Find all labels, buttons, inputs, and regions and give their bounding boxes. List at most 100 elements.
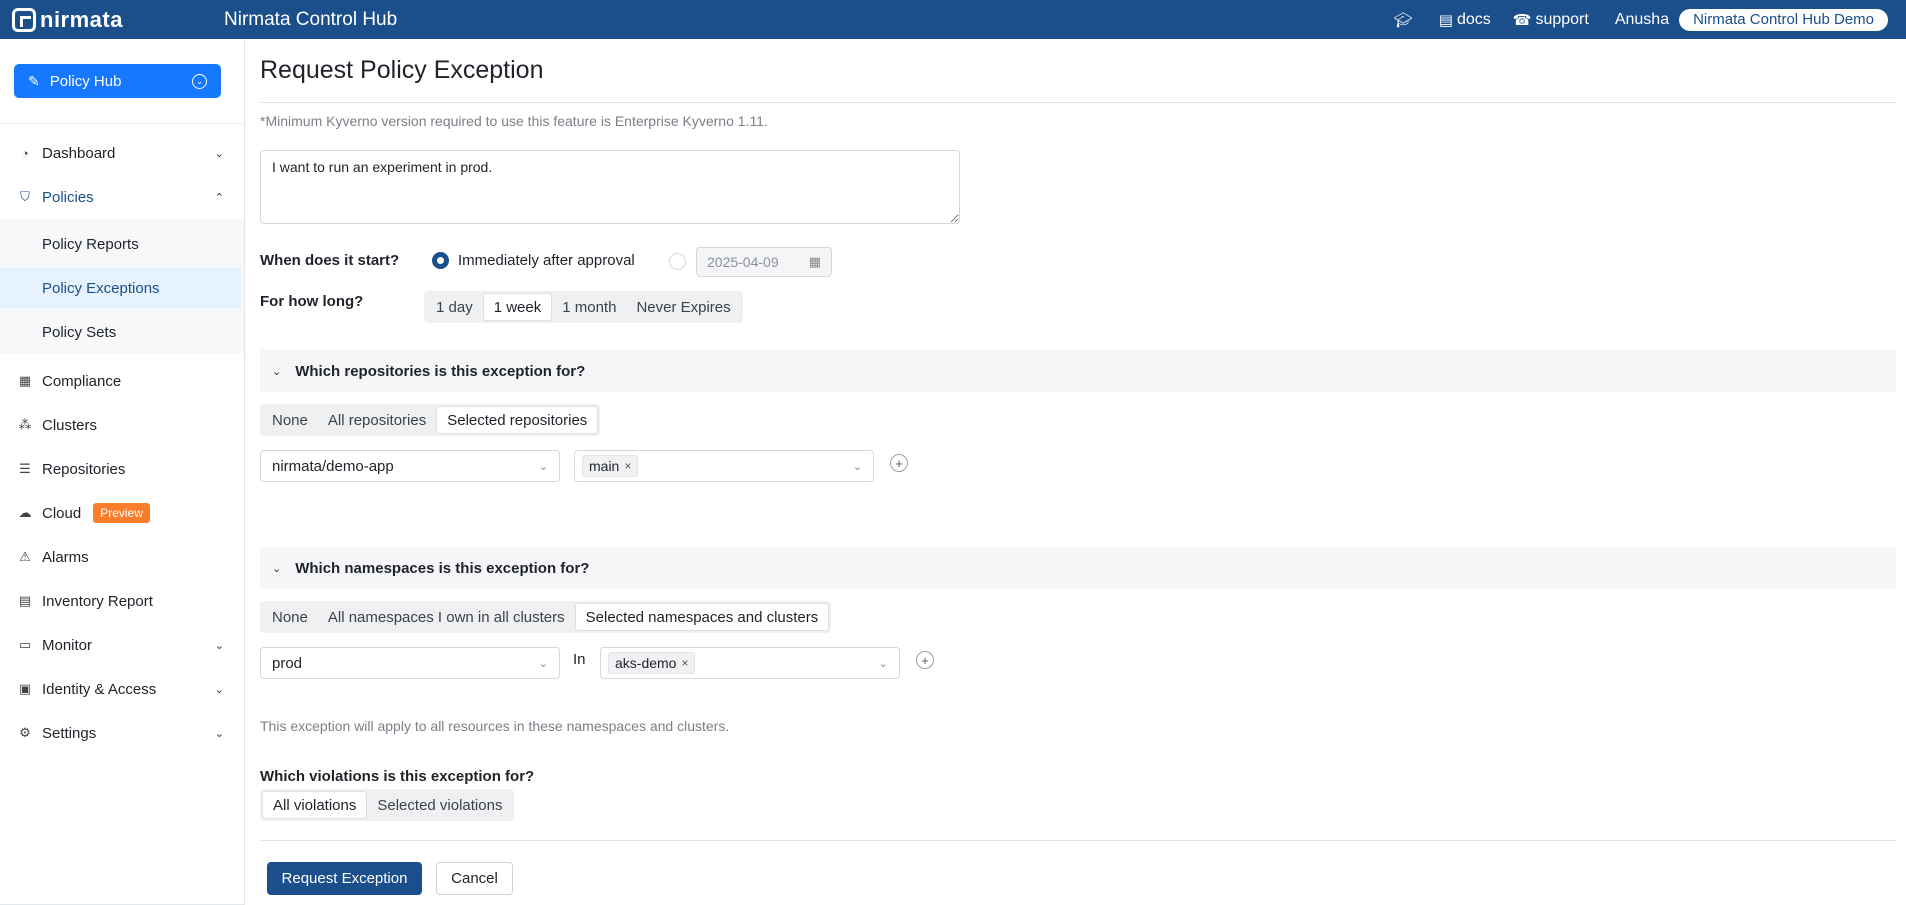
duration-option-1-week[interactable]: 1 week	[482, 293, 553, 321]
repository-select-value: nirmata/demo-app	[272, 457, 394, 475]
sidebar-item-policies[interactable]: ⛉ Policies ⌃	[0, 177, 244, 217]
repository-select[interactable]: nirmata/demo-app ⌄	[260, 450, 560, 482]
cluster-tag-label: aks-demo	[615, 655, 677, 671]
sidebar-item-monitor[interactable]: ▭ Monitor ⌄	[0, 625, 244, 665]
branch-tag: main ×	[582, 455, 639, 477]
policy-hub-button[interactable]: ✎ Policy Hub ⌄	[14, 64, 221, 98]
add-namespace-button[interactable]: +	[916, 651, 934, 669]
sidebar-item-label: Alarms	[42, 548, 89, 566]
calendar-icon: ▦	[808, 254, 821, 269]
start-date-picker[interactable]: 2025-04-09 ▦	[696, 247, 832, 277]
chevron-up-icon: ⌃	[214, 191, 224, 204]
repositories-option-all[interactable]: All repositories	[318, 406, 436, 434]
branch-select[interactable]: main × ⌄	[574, 450, 874, 482]
duration-selector: 1 day 1 week 1 month Never Expires	[424, 291, 743, 323]
docs-link[interactable]: ▤ docs	[1439, 11, 1491, 29]
namespace-select[interactable]: prod ⌄	[260, 647, 560, 679]
namespaces-option-none[interactable]: None	[262, 603, 318, 631]
page-title: Request Policy Exception	[260, 56, 544, 84]
namespaces-option-selected[interactable]: Selected namespaces and clusters	[574, 603, 830, 631]
sidebar-item-label: Inventory Report	[42, 592, 153, 610]
cluster-icon: ⁂	[18, 417, 32, 432]
cluster-select[interactable]: aks-demo × ⌄	[600, 647, 900, 679]
chevron-down-icon: ⌄	[272, 562, 282, 575]
sidebar-item-policy-sets[interactable]: Policy Sets	[0, 312, 241, 352]
sidebar-item-label: Clusters	[42, 416, 98, 434]
sidebar-item-label: Policies	[42, 188, 94, 206]
namespaces-scope-selector: None All namespaces I own in all cluster…	[260, 601, 832, 633]
repository-icon: ☰	[19, 461, 31, 476]
cloud-icon: ☁	[18, 505, 32, 520]
start-label: When does it start?	[260, 252, 400, 269]
duration-option-never-expires[interactable]: Never Expires	[626, 293, 740, 321]
namespace-select-value: prod	[272, 654, 303, 672]
radio-immediately[interactable]	[432, 252, 449, 269]
sidebar-item-policy-reports[interactable]: Policy Reports	[0, 224, 241, 264]
sidebar-item-compliance[interactable]: ▦ Compliance	[0, 361, 244, 401]
remove-tag-icon[interactable]: ×	[624, 459, 631, 473]
duration-option-1-month[interactable]: 1 month	[552, 293, 626, 321]
book-icon: ▤	[1438, 11, 1453, 29]
chevron-down-icon: ⌄	[852, 460, 862, 473]
sidebar-item-cloud[interactable]: ☁ Cloud Preview	[0, 493, 244, 533]
pencil-icon: ✎	[28, 72, 40, 89]
reason-textarea[interactable]: I want to run an experiment in prod.	[260, 150, 960, 224]
repositories-scope-selector: None All repositories Selected repositor…	[260, 404, 601, 436]
docs-label: docs	[1456, 10, 1491, 28]
learning-link[interactable]: 🎓︎	[1394, 11, 1417, 29]
sidebar-item-alarms[interactable]: ⚠ Alarms	[0, 537, 244, 577]
id-card-icon: ▣	[18, 681, 32, 696]
radio-date[interactable]	[669, 253, 686, 270]
add-repository-button[interactable]: +	[890, 454, 908, 472]
namespaces-option-all-owned[interactable]: All namespaces I own in all clusters	[318, 603, 575, 631]
app-title: Nirmata Control Hub	[224, 8, 398, 30]
violations-option-selected[interactable]: Selected violations	[367, 791, 512, 819]
cluster-tag: aks-demo ×	[608, 652, 696, 674]
sidebar-item-repositories[interactable]: ☰ Repositories	[0, 449, 244, 489]
sidebar-item-label: Dashboard	[42, 144, 116, 162]
radio-immediately-label[interactable]: Immediately after approval	[458, 252, 635, 269]
support-label: support	[1535, 10, 1589, 28]
sidebar-item-dashboard[interactable]: ◔ Dashboard ⌄	[0, 133, 244, 173]
chevron-down-icon: ⌄	[538, 657, 548, 670]
org-selector[interactable]: Nirmata Control Hub Demo	[1679, 8, 1888, 31]
violations-option-all[interactable]: All violations	[262, 791, 368, 819]
sidebar-item-label: Monitor	[42, 636, 93, 654]
chevron-down-icon: ⌄	[214, 683, 224, 696]
policies-submenu: Policy Reports Policy Exceptions Policy …	[0, 219, 244, 353]
remove-tag-icon[interactable]: ×	[681, 656, 688, 670]
sidebar-item-identity-access[interactable]: ▣ Identity & Access ⌄	[0, 669, 244, 709]
sidebar-item-label: Cloud	[42, 504, 82, 522]
chevron-down-icon: ⌄	[214, 639, 224, 652]
sidebar-item-policy-exceptions[interactable]: Policy Exceptions	[0, 268, 241, 308]
plus-icon: +	[921, 652, 929, 668]
request-exception-button[interactable]: Request Exception	[267, 862, 422, 895]
nirmata-logo-mark-icon	[12, 7, 36, 32]
support-link[interactable]: ☎ support	[1513, 11, 1589, 29]
nirmata-logo[interactable]: nirmata	[12, 7, 182, 33]
chevron-down-icon: ⌄	[878, 657, 888, 670]
sidebar-item-label: Compliance	[42, 372, 122, 390]
repositories-option-selected[interactable]: Selected repositories	[436, 406, 599, 434]
dashboard-icon: ◔	[21, 145, 29, 161]
violations-scope-selector: All violations Selected violations	[260, 789, 515, 821]
sidebar-item-inventory-report[interactable]: ▤ Inventory Report	[0, 581, 244, 621]
cancel-button[interactable]: Cancel	[436, 862, 513, 895]
start-date-value: 2025-04-09	[707, 254, 779, 270]
repositories-section-header[interactable]: ⌄ Which repositories is this exception f…	[260, 350, 1896, 392]
report-icon: ▤	[18, 593, 32, 608]
clipboard-icon: ▦	[18, 373, 32, 388]
user-name[interactable]: Anusha	[1615, 11, 1669, 29]
sidebar-item-clusters[interactable]: ⁂ Clusters	[0, 405, 244, 445]
sidebar-item-label: Settings	[42, 724, 97, 742]
repositories-option-none[interactable]: None	[262, 406, 318, 434]
chevron-down-icon: ⌄	[214, 727, 224, 740]
namespaces-section-header[interactable]: ⌄ Which namespaces is this exception for…	[260, 547, 1896, 589]
sidebar-item-label: Policy Reports	[42, 235, 139, 253]
sidebar-item-settings[interactable]: ⚙ Settings ⌄	[0, 713, 244, 753]
duration-option-1-day[interactable]: 1 day	[426, 293, 483, 321]
sidebar-divider	[0, 123, 244, 124]
version-note: *Minimum Kyverno version required to use…	[260, 113, 768, 129]
sidebar-item-label: Identity & Access	[42, 680, 157, 698]
chevron-down-icon: ⌄	[272, 365, 282, 378]
